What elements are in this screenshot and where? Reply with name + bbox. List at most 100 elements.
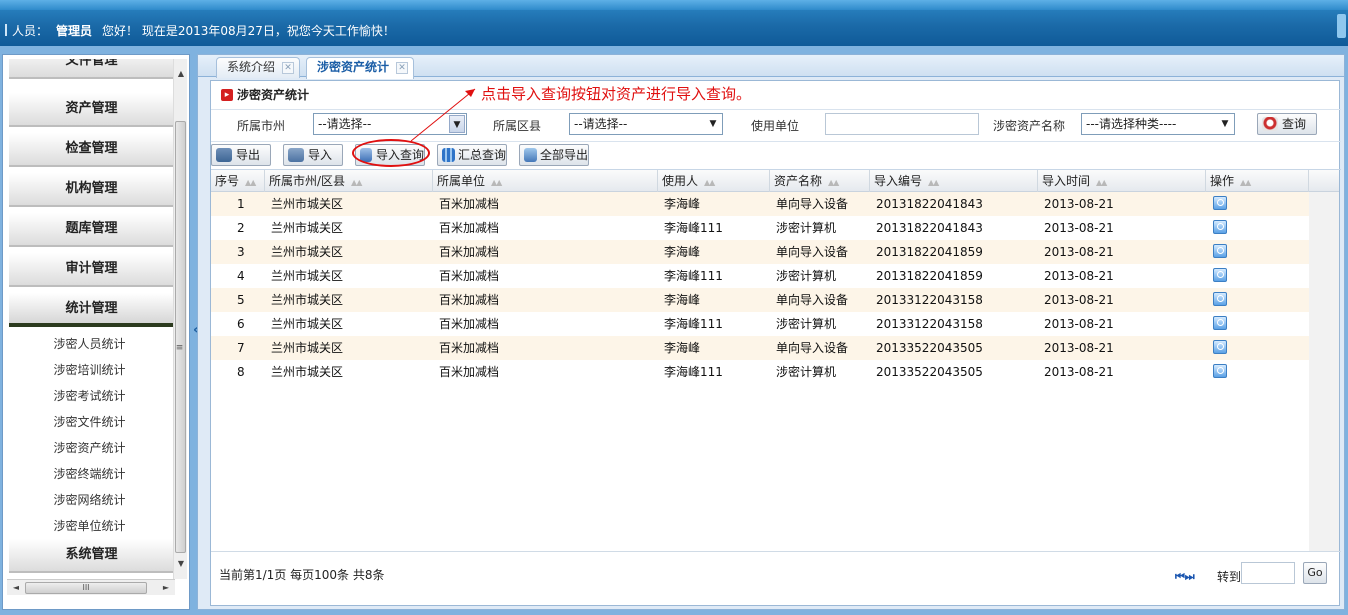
view-detail-icon[interactable] <box>1213 220 1227 234</box>
scroll-right-icon[interactable]: ► <box>159 580 173 596</box>
chevron-down-icon[interactable]: ▼ <box>449 115 465 133</box>
col-header-asset[interactable]: 资产名称 ▲▲ <box>770 170 870 192</box>
view-detail-icon[interactable] <box>1213 244 1227 258</box>
sort-icon[interactable]: ▲▲ <box>491 178 502 187</box>
close-icon[interactable]: ✕ <box>282 62 295 74</box>
col-header-unit[interactable]: 所属单位 ▲▲ <box>433 170 658 192</box>
grid-scroll-gutter <box>1309 192 1339 551</box>
menu-audit[interactable]: 审计管理 <box>9 253 174 287</box>
user-label: 人员： <box>12 24 49 38</box>
col-header-area[interactable]: 所属市州/区县 ▲▲ <box>265 170 433 192</box>
cell-user: 李海峰111 <box>664 269 723 283</box>
city-select[interactable]: --请选择-- ▼ <box>313 113 467 135</box>
scroll-thumb[interactable] <box>175 121 186 553</box>
cell-asset: 涉密计算机 <box>776 317 837 331</box>
cell-code: 20131822041859 <box>876 269 983 283</box>
sort-icon[interactable]: ▲▲ <box>704 178 715 187</box>
cell-asset: 单向导入设备 <box>776 293 849 307</box>
import-query-label: 导入查询 <box>376 148 425 162</box>
sort-icon[interactable]: ▲▲ <box>245 178 256 187</box>
table-row[interactable]: 3 兰州市城关区 百米加减档 李海峰 单向导入设备 20131822041859… <box>211 240 1309 264</box>
submenu-network-stats[interactable]: 涉密网络统计 <box>7 487 172 513</box>
import-button[interactable]: 导入 <box>283 144 343 166</box>
view-detail-icon[interactable] <box>1213 316 1227 330</box>
table-row[interactable]: 7 兰州市城关区 百米加减档 李海峰 单向导入设备 20133522043505… <box>211 336 1309 360</box>
top-bar: 人员： 管理员 您好！ 现在是2013年08月27日，祝您今天工作愉快！ <box>0 0 1348 46</box>
sort-icon[interactable]: ▲▲ <box>928 178 939 187</box>
submenu-unit-stats[interactable]: 涉密单位统计 <box>7 513 172 539</box>
page-info: 当前第1/1页 每页100条 共8条 <box>219 568 385 582</box>
cell-area: 兰州市城关区 <box>271 245 344 259</box>
sidebar-vertical-scrollbar[interactable]: ▲ ≡ ▼ <box>173 59 187 579</box>
export-button[interactable]: 导出 <box>211 144 271 166</box>
cell-code: 20131822041843 <box>876 221 983 235</box>
col-label: 序号 <box>215 174 240 188</box>
submenu-terminal-stats[interactable]: 涉密终端统计 <box>7 461 172 487</box>
tab-asset-statistics[interactable]: 涉密资产统计 ✕ <box>306 57 415 79</box>
submenu-personnel-stats[interactable]: 涉密人员统计 <box>7 331 172 357</box>
menu-system[interactable]: 系统管理 <box>9 539 174 573</box>
district-select[interactable]: --请选择-- ▼ <box>569 113 723 135</box>
menu-file[interactable]: 文件管理 <box>9 59 174 79</box>
sort-icon[interactable]: ▲▲ <box>1096 178 1107 187</box>
col-header-actions[interactable]: 操作 ▲▲ <box>1206 170 1309 192</box>
chevron-down-icon[interactable]: ▼ <box>705 115 721 133</box>
unit-input[interactable] <box>825 113 979 135</box>
data-grid: 序号 ▲▲ 所属市州/区县 ▲▲ 所属单位 ▲▲ 使用人 ▲▲ 资产名称 ▲▲ 导入编号 ▲… <box>211 169 1341 551</box>
corner-decoration <box>1337 14 1346 38</box>
col-header-code[interactable]: 导入编号 ▲▲ <box>870 170 1038 192</box>
menu-question-bank[interactable]: 题库管理 <box>9 213 174 247</box>
user-name: 管理员 <box>56 24 93 38</box>
submenu-asset-stats[interactable]: 涉密资产统计 <box>7 435 172 461</box>
table-row[interactable]: 2 兰州市城关区 百米加减档 李海峰111 涉密计算机 201318220418… <box>211 216 1309 240</box>
submenu-training-stats[interactable]: 涉密培训统计 <box>7 357 172 383</box>
view-detail-icon[interactable] <box>1213 196 1227 210</box>
view-detail-icon[interactable] <box>1213 340 1227 354</box>
sort-icon[interactable]: ▲▲ <box>351 178 362 187</box>
cell-area: 兰州市城关区 <box>271 221 344 235</box>
menu-organization[interactable]: 机构管理 <box>9 173 174 207</box>
col-header-time[interactable]: 导入时间 ▲▲ <box>1038 170 1206 192</box>
import-query-button[interactable]: 导入查询 <box>355 144 425 166</box>
view-detail-icon[interactable] <box>1213 364 1227 378</box>
view-detail-icon[interactable] <box>1213 268 1227 282</box>
first-last-page-icon[interactable]: ⏮ ⏭ <box>1175 570 1195 584</box>
table-row[interactable]: 4 兰州市城关区 百米加减档 李海峰111 涉密计算机 201318220418… <box>211 264 1309 288</box>
table-row[interactable]: 6 兰州市城关区 百米加减档 李海峰111 涉密计算机 201331220431… <box>211 312 1309 336</box>
district-select-value: --请选择-- <box>574 117 628 131</box>
close-icon[interactable]: ✕ <box>396 62 409 74</box>
submenu-exam-stats[interactable]: 涉密考试统计 <box>7 383 172 409</box>
sort-icon[interactable]: ▲▲ <box>828 178 839 187</box>
col-header-no[interactable]: 序号 ▲▲ <box>211 170 265 192</box>
menu-statistics[interactable]: 统计管理 <box>9 293 174 327</box>
summary-query-icon <box>442 148 455 162</box>
asset-name-select[interactable]: ---请选择种类---- ▼ <box>1081 113 1235 135</box>
scroll-left-icon[interactable]: ◄ <box>9 580 23 596</box>
table-row[interactable]: 5 兰州市城关区 百米加减档 李海峰 单向导入设备 20133122043158… <box>211 288 1309 312</box>
sidebar-horizontal-scrollbar[interactable]: ◄ III ► <box>7 579 175 595</box>
cell-no: 5 <box>237 293 245 307</box>
cell-area: 兰州市城关区 <box>271 197 344 211</box>
go-button[interactable]: Go <box>1303 562 1327 584</box>
submenu-document-stats[interactable]: 涉密文件统计 <box>7 409 172 435</box>
sort-icon[interactable]: ▲▲ <box>1240 178 1251 187</box>
view-detail-icon[interactable] <box>1213 292 1227 306</box>
col-header-user[interactable]: 使用人 ▲▲ <box>658 170 770 192</box>
table-row[interactable]: 8 兰州市城关区 百米加减档 李海峰111 涉密计算机 201335220435… <box>211 360 1309 384</box>
summary-query-button[interactable]: 汇总查询 <box>437 144 507 166</box>
menu-inspection[interactable]: 检查管理 <box>9 133 174 167</box>
cell-asset: 涉密计算机 <box>776 269 837 283</box>
export-all-button[interactable]: 全部导出 <box>519 144 589 166</box>
tab-system-intro[interactable]: 系统介绍 ✕ <box>216 57 301 78</box>
search-button[interactable]: 查询 <box>1257 113 1317 135</box>
scroll-up-icon[interactable]: ▲ <box>174 67 188 81</box>
cell-user: 李海峰 <box>664 341 701 355</box>
goto-page-input[interactable] <box>1241 562 1295 584</box>
cell-code: 20133122043158 <box>876 293 983 307</box>
chevron-down-icon[interactable]: ▼ <box>1217 115 1233 133</box>
import-icon <box>288 148 304 162</box>
table-row[interactable]: 1 兰州市城关区 百米加减档 李海峰 单向导入设备 20131822041843… <box>211 192 1309 216</box>
hscroll-thumb[interactable]: III <box>25 582 147 594</box>
scroll-down-icon[interactable]: ▼ <box>174 557 188 571</box>
menu-asset[interactable]: 资产管理 <box>9 93 174 127</box>
